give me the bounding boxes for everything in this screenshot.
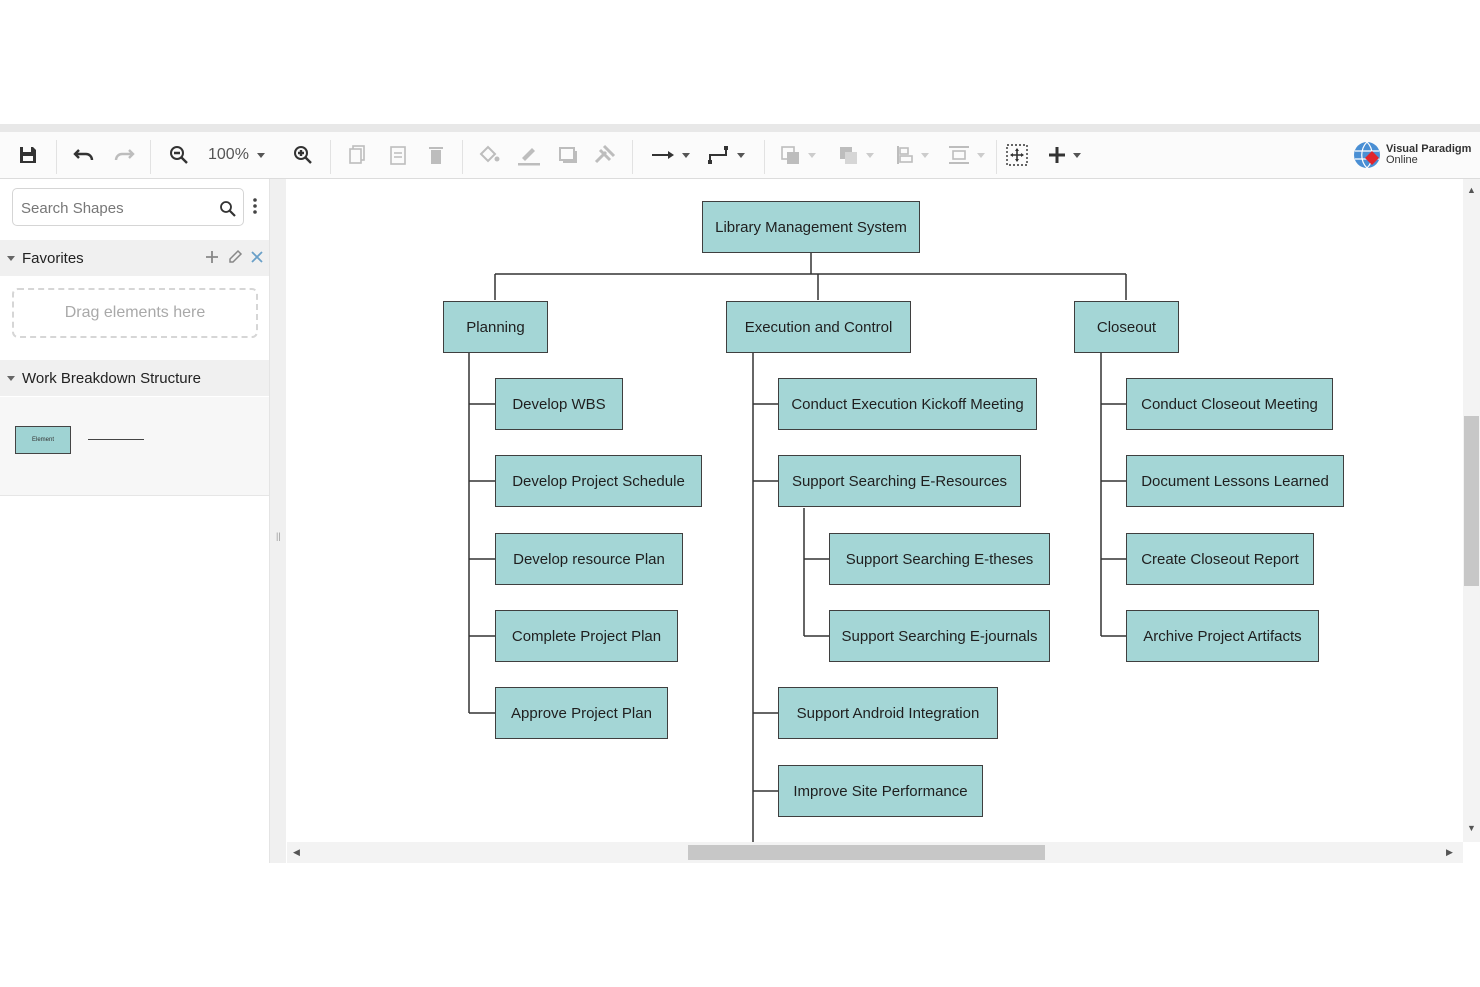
wbs-section-header[interactable]: Work Breakdown Structure (0, 360, 269, 396)
more-options-icon[interactable] (252, 197, 258, 215)
select-all-icon[interactable] (1003, 132, 1031, 178)
shape-element[interactable]: Element (15, 426, 71, 454)
chevron-down-icon (808, 153, 816, 158)
waypoint-style-icon[interactable] (704, 132, 750, 178)
wbs-node-develop-wbs[interactable]: Develop WBS (495, 378, 623, 430)
shape-element-label: Element (31, 437, 54, 443)
wbs-node-root[interactable]: Library Management System (702, 201, 920, 253)
redo-icon[interactable] (110, 132, 138, 178)
close-favorites-icon[interactable] (251, 251, 263, 263)
wbs-node-archive-artifacts[interactable]: Archive Project Artifacts (1126, 610, 1319, 662)
collapse-triangle-icon (7, 376, 15, 381)
chevron-down-icon (977, 153, 985, 158)
scroll-down-icon[interactable]: ▼ (1467, 823, 1476, 833)
wbs-node-develop-schedule[interactable]: Develop Project Schedule (495, 455, 702, 507)
wbs-node-e-resources[interactable]: Support Searching E-Resources (778, 455, 1021, 507)
chevron-down-icon (921, 153, 929, 158)
wbs-node-planning[interactable]: Planning (443, 301, 548, 353)
distribute-icon[interactable] (944, 132, 990, 178)
format-painter-icon[interactable] (590, 132, 618, 178)
wbs-node-closeout-report[interactable]: Create Closeout Report (1126, 533, 1314, 585)
chevron-down-icon (1073, 153, 1081, 158)
zoom-out-icon[interactable] (166, 132, 192, 178)
diagram-canvas[interactable]: Library Management System Planning Devel… (287, 179, 1463, 842)
connector-lines (468, 253, 1127, 842)
scroll-left-icon[interactable]: ◀ (293, 847, 300, 858)
wbs-node-approve-project-plan[interactable]: Approve Project Plan (495, 687, 668, 739)
wbs-node-develop-resource-plan[interactable]: Develop resource Plan (495, 533, 683, 585)
copy-icon[interactable] (345, 132, 369, 178)
fill-color-icon[interactable] (476, 132, 502, 178)
wbs-shape-palette: Element (0, 397, 269, 496)
wbs-node-site-performance[interactable]: Improve Site Performance (778, 765, 983, 817)
wbs-node-closeout[interactable]: Closeout (1074, 301, 1179, 353)
globe-logo-icon (1354, 141, 1380, 169)
wbs-node-complete-project-plan[interactable]: Complete Project Plan (495, 610, 678, 662)
save-icon[interactable] (14, 132, 42, 178)
connector-style-icon[interactable] (648, 132, 694, 178)
delete-icon[interactable] (424, 132, 448, 178)
shape-connector-line[interactable] (88, 439, 144, 440)
edit-favorites-icon[interactable] (227, 249, 243, 265)
zoom-level-value: 100% (208, 146, 249, 163)
line-color-icon[interactable] (514, 132, 544, 178)
favorites-drop-zone[interactable]: Drag elements here (12, 288, 258, 338)
zoom-level-dropdown[interactable]: 100% (200, 132, 269, 178)
wbs-section-title: Work Breakdown Structure (22, 369, 201, 387)
zoom-in-icon[interactable] (290, 132, 316, 178)
shape-sidebar: Favorites Drag elements here Work Breakd… (0, 179, 270, 863)
search-icon[interactable] (219, 200, 237, 218)
wbs-node-lessons-learned[interactable]: Document Lessons Learned (1126, 455, 1344, 507)
horizontal-scrollbar[interactable]: ◀ ▶ (287, 842, 1463, 863)
undo-icon[interactable] (70, 132, 98, 178)
favorites-header[interactable]: Favorites (0, 240, 269, 276)
chevron-down-icon (866, 153, 874, 158)
align-icon[interactable] (890, 132, 936, 178)
to-back-icon[interactable] (834, 132, 880, 178)
drop-zone-text: Drag elements here (64, 304, 206, 321)
brand-line-2: Online (1386, 154, 1418, 166)
vertical-scroll-thumb[interactable] (1464, 416, 1479, 586)
insert-icon[interactable] (1042, 132, 1088, 178)
horizontal-scroll-thumb[interactable] (688, 845, 1045, 860)
search-input[interactable] (13, 189, 223, 227)
wbs-node-kickoff-meeting[interactable]: Conduct Execution Kickoff Meeting (778, 378, 1037, 430)
scroll-right-icon[interactable]: ▶ (1446, 847, 1453, 858)
wbs-node-e-theses[interactable]: Support Searching E-theses (829, 533, 1050, 585)
chevron-down-icon (682, 153, 690, 158)
app-window: 100% Visual Paradigm Online Search Shape… (0, 124, 1480, 863)
sidebar-splitter[interactable]: || (270, 179, 286, 863)
collapse-triangle-icon (7, 256, 15, 261)
favorites-title: Favorites (22, 249, 84, 267)
toolbar: 100% Visual Paradigm Online (0, 132, 1480, 179)
chevron-down-icon (256, 153, 265, 158)
paste-icon[interactable] (386, 132, 410, 178)
wbs-node-closeout-meeting[interactable]: Conduct Closeout Meeting (1126, 378, 1333, 430)
wbs-node-execution[interactable]: Execution and Control (726, 301, 911, 353)
wbs-node-e-journals[interactable]: Support Searching E-journals (829, 610, 1050, 662)
shadow-icon[interactable] (556, 132, 580, 178)
wbs-node-android-integration[interactable]: Support Android Integration (778, 687, 998, 739)
search-box (12, 188, 244, 227)
chevron-down-icon (737, 153, 745, 158)
vertical-scrollbar[interactable]: ▲ ▼ (1463, 179, 1480, 842)
scroll-up-icon[interactable]: ▲ (1467, 185, 1476, 195)
to-front-icon[interactable] (776, 132, 822, 178)
visual-paradigm-logo: Visual Paradigm Online (1352, 138, 1480, 172)
add-favorite-icon[interactable] (205, 250, 219, 264)
